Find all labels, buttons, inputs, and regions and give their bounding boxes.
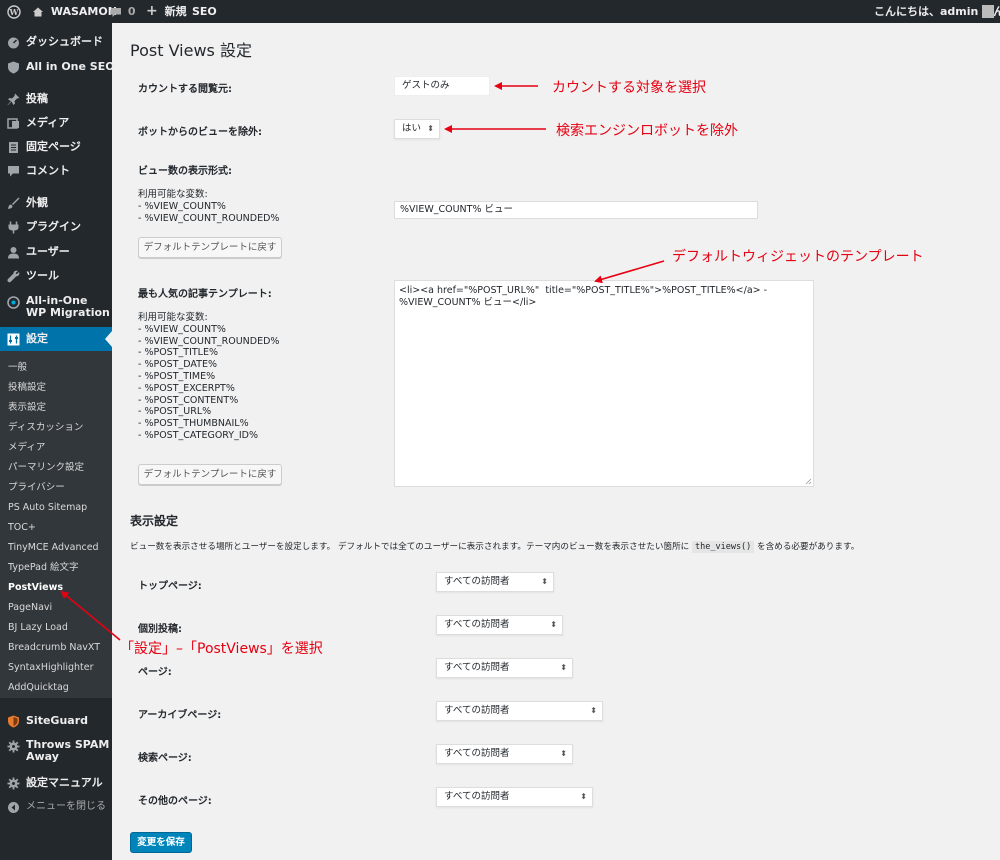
annotation-menu: 「設定」–「PostViews」を選択 [120, 641, 323, 657]
annotation-count: カウントする対象を選択 [552, 80, 706, 96]
annotation-arrow-menu [60, 590, 121, 641]
annotation-arrow-widget [594, 260, 665, 284]
annotation-arrows [60, 82, 665, 641]
annotation-bot: 検索エンジンロボットを除外 [556, 123, 738, 139]
annotation-widget: デフォルトウィジェットのテンプレート [672, 249, 924, 265]
